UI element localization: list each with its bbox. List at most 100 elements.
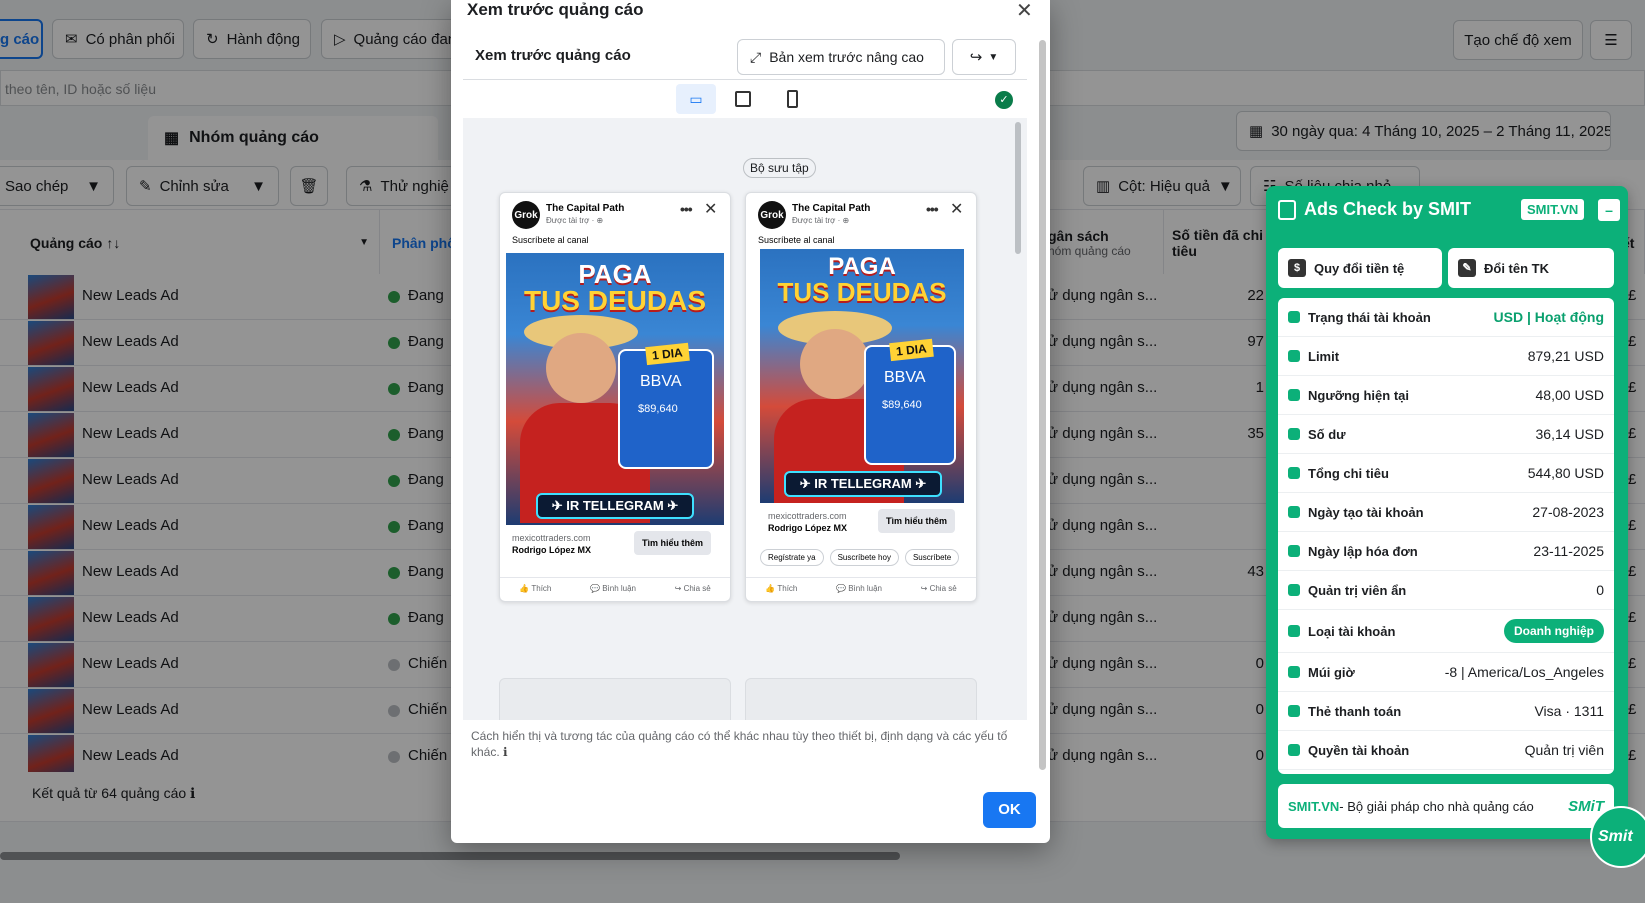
info-row-value: 48,00 USD [1535,387,1604,403]
transfer-amount: $89,640 [638,403,678,415]
share-button[interactable]: ↪ ▼ [952,39,1016,75]
ad-creative-image: PAGA TUS DEUDAS 1 DIA BBVA $89,640 ✈ IR … [506,253,724,525]
account-info-row: Quản trị viên ẩn 0 [1278,571,1614,610]
inner-scrollbar[interactable] [1015,122,1021,254]
share-label: Chia sẻ [683,584,711,593]
account-info-list: Trạng thái tài khoản USD | Hoạt động Limit… [1278,298,1614,774]
smit-fab-label: Smit [1598,828,1633,845]
minimize-button[interactable]: – [1598,199,1620,221]
page-name: The Capital Path [546,203,625,214]
info-row-label: Múi giờ [1308,664,1355,680]
info-row-label: Ngưỡng hiện tại [1308,387,1409,403]
device-desktop-mobile-toggle[interactable]: ▭ [676,84,716,114]
telegram-banner: ✈ IR TELLEGRAM ✈ [536,493,694,519]
chip-subscribe-today[interactable]: Suscríbete hoy [829,549,899,566]
device-phone-toggle[interactable] [787,90,798,108]
preview-note-text: Cách hiển thị và tương tác của quảng cáo… [471,729,1008,759]
telegram-banner: ✈ IR TELLEGRAM ✈ [784,471,942,497]
like-button[interactable]: 👍 Thích [519,584,551,593]
chip-subscribe[interactable]: Suscríbete [904,549,960,566]
headline-bottom: TUS DEUDAS [523,285,706,316]
device-square-toggle[interactable] [735,91,751,107]
ok-button[interactable]: OK [983,792,1036,828]
dialog-title: Xem trước quảng cáo [467,0,644,19]
info-row-label: Tổng chi tiêu [1308,465,1389,481]
info-row-label: Số dư [1308,426,1346,442]
footer-text: - Bộ giải pháp cho nhà quảng cáo [1339,798,1534,814]
telegram-label: IR TELLEGRAM [566,498,664,513]
ad-preview-dialog: Xem trước quảng cáo ✕ Xem trước quảng cá… [451,0,1050,843]
comment-label: Bình luận [602,584,636,593]
panel-header: Ads Check by SMIT [1278,199,1471,220]
smit-badge[interactable]: SMIT.VN [1521,199,1585,220]
info-row-value: Quản trị viên [1524,742,1604,758]
info-row-icon [1288,311,1300,323]
share-button[interactable]: ↪ Chia sẻ [675,584,711,593]
dialog-scrollbar[interactable] [1039,40,1046,770]
share-label: Chia sẻ [929,584,957,593]
info-row-icon [1288,584,1300,596]
currency-convert-label: Quy đổi tiền tệ [1314,260,1405,276]
info-row-value: 27-08-2023 [1532,504,1604,520]
like-button[interactable]: 👍 Thích [765,584,797,593]
learn-more-button[interactable]: Tìm hiểu thêm [634,531,712,555]
share-icon: ↪ [969,49,983,66]
info-row-label: Quản trị viên ẩn [1308,582,1407,598]
page-avatar: Grok [512,201,540,229]
footer-brand: SMIT.VN [1288,798,1340,814]
like-label: Thích [777,584,798,593]
panel-footer: SMIT.VN - Bộ giải pháp cho nhà quảng cáo… [1278,784,1614,828]
ad-preview-card[interactable]: Grok The Capital Path Được tài trợ · ⊕ •… [745,192,977,602]
headline-top: PAGA [828,253,896,280]
comment-button[interactable]: 💬 Bình luận [836,584,882,593]
divider [463,79,1027,80]
comment-button[interactable]: 💬 Bình luận [590,584,636,593]
advanced-preview-button[interactable]: ⤢ Bản xem trước nâng cao [737,39,945,75]
bank-logo: BBVA [884,369,926,386]
ad-preview-placeholder [745,678,977,720]
learn-more-button[interactable]: Tìm hiểu thêm [878,509,956,533]
headline-bottom: TUS DEUDAS [777,277,947,307]
preview-subtitle: Xem trước quảng cáo [475,47,631,64]
preview-canvas: Bộ sưu tập Grok The Capital Path Được tà… [463,118,1027,720]
collection-chips: Regístrate ya Suscríbete hoy Suscríbete [760,549,960,566]
account-info-row: Ngưỡng hiện tại 48,00 USD [1278,376,1614,415]
more-icon[interactable]: ••• [926,201,939,217]
bank-logo: BBVA [640,373,682,390]
close-icon[interactable]: ✕ [1016,0,1033,23]
info-row-label: Loại tài khoản [1308,623,1396,639]
smit-fab[interactable]: Smit [1590,806,1645,868]
currency-icon: $ [1288,259,1306,277]
reaction-bar: 👍 Thích 💬 Bình luận ↪ Chia sẻ [500,577,730,593]
person-face [800,329,870,399]
more-icon[interactable]: ••• [680,201,693,217]
like-label: Thích [531,584,552,593]
ad-domain: mexicottraders.com [512,533,591,543]
account-info-row: Trạng thái tài khoản USD | Hoạt động [1278,298,1614,337]
page-avatar: Grok [758,201,786,229]
check-circle-icon: ✓ [995,91,1013,109]
chip-register[interactable]: Regístrate ya [760,549,824,566]
collection-badge: Bộ sưu tập [743,158,816,178]
ad-preview-card[interactable]: Grok The Capital Path Được tài trợ · ⊕ •… [499,192,731,602]
ads-check-panel: Ads Check by SMIT SMIT.VN – $ Quy đổi ti… [1266,186,1628,839]
info-row-label: Ngày tạo tài khoản [1308,504,1424,520]
ad-domain: mexicottraders.com [768,511,847,521]
close-icon[interactable]: ✕ [704,199,717,219]
headline-top: PAGA [578,259,652,289]
info-row-label: Trạng thái tài khoản [1308,309,1431,325]
advertiser-name: Rodrigo López MX [512,545,591,555]
info-row-label: Ngày lập hóa đơn [1308,543,1418,559]
caret-down-icon: ▼ [988,51,999,63]
share-button[interactable]: ↪ Chia sẻ [921,584,957,593]
preview-note: Cách hiển thị và tương tác của quảng cáo… [471,728,1011,760]
close-icon[interactable]: ✕ [950,199,963,219]
account-info-row: Limit 879,21 USD [1278,337,1614,376]
info-row-value: 23-11-2025 [1533,543,1604,559]
currency-convert-button[interactable]: $ Quy đổi tiền tệ [1278,248,1442,288]
info-row-icon [1288,389,1300,401]
info-row-icon [1288,666,1300,678]
info-row-value: 0 [1596,582,1604,598]
ad-preview-placeholder [499,678,731,720]
rename-account-button[interactable]: ✎ Đổi tên TK [1448,248,1614,288]
